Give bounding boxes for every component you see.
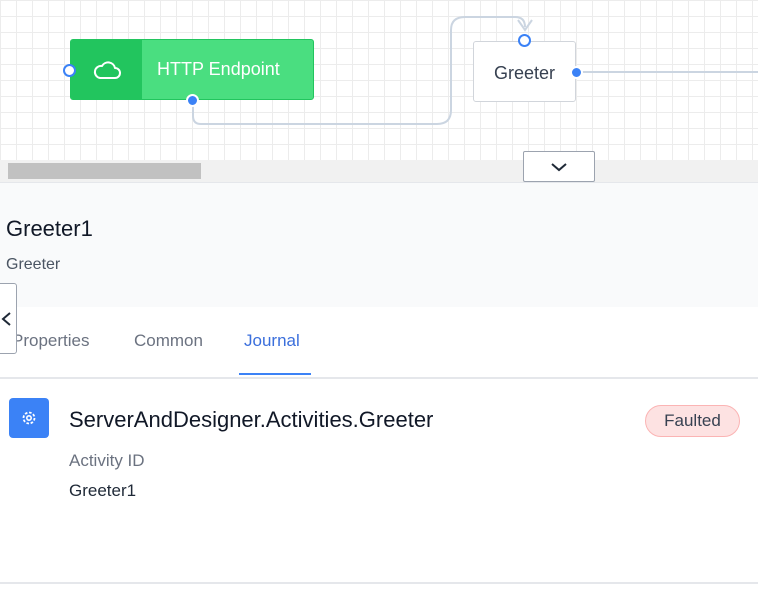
http-endpoint-node[interactable]: HTTP Endpoint <box>70 39 314 100</box>
activity-id-label: Activity ID <box>69 451 145 470</box>
designer-canvas[interactable]: HTTP Endpoint Greeter <box>0 0 758 160</box>
canvas-horizontal-scrollbar[interactable] <box>0 160 758 183</box>
journal-entry-icon <box>9 398 49 438</box>
http-node-output-port[interactable] <box>186 94 199 107</box>
http-node-input-port[interactable] <box>63 64 76 77</box>
tab-properties[interactable]: Properties <box>12 307 89 375</box>
active-tab-indicator <box>239 373 311 375</box>
tab-journal[interactable]: Journal <box>244 307 300 375</box>
tab-common[interactable]: Common <box>134 307 203 375</box>
greeter-node[interactable]: Greeter <box>473 41 576 102</box>
greeter-node-input-port[interactable] <box>518 34 531 47</box>
http-endpoint-node-label: HTTP Endpoint <box>157 59 280 79</box>
activity-type: Greeter <box>6 256 61 273</box>
http-node-icon-box <box>71 40 142 99</box>
collapse-panel-button[interactable] <box>0 283 17 354</box>
cloud-icon <box>93 60 121 79</box>
panel-tabs: Properties Common Journal <box>0 307 758 379</box>
status-badge: Faulted <box>645 405 740 437</box>
activity-id-value: Greeter1 <box>69 481 137 500</box>
greeter-node-output-port[interactable] <box>570 66 583 79</box>
scrollbar-thumb[interactable] <box>8 163 201 179</box>
panel-toggle-button[interactable] <box>523 151 595 182</box>
activity-title: Greeter1 <box>6 216 93 241</box>
journal-entry-title: ServerAndDesigner.Activities.Greeter <box>69 407 434 432</box>
divider <box>0 582 758 584</box>
chevron-down-icon <box>551 162 567 171</box>
activity-panel-header: Greeter1 Greeter <box>0 183 758 307</box>
gear-icon <box>22 411 36 425</box>
chevron-left-icon <box>0 311 11 326</box>
greeter-node-label: Greeter <box>493 63 556 83</box>
